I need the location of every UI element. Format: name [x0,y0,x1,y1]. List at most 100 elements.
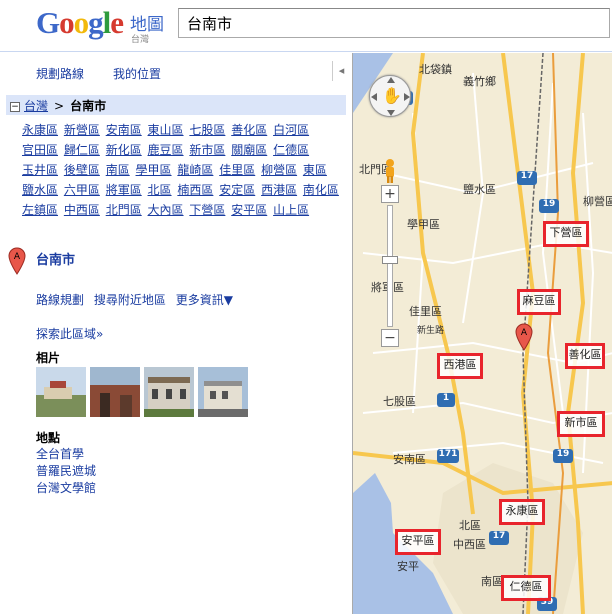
google-maps-logo[interactable]: Google 地圖 台灣 [36,6,166,46]
collapse-toggle-icon[interactable]: − [10,101,20,112]
map-view[interactable]: 北袋鎮 義竹鄉 北門區 鹽水區 學甲區 佳里區 將軍區 新生路 七股區 安南區 … [352,53,612,614]
map-label: 北區 [459,519,481,532]
pan-up-arrow-icon[interactable] [387,77,395,83]
district-link[interactable]: 安南區 [106,123,142,137]
place-link[interactable]: 普羅民遮城 [36,463,96,480]
highlighted-district[interactable]: 麻豆區 [517,289,561,315]
highlighted-district[interactable]: 西港區 [437,353,483,379]
map-label: 北袋鎮 [419,63,452,76]
marker-letter: A [14,252,21,262]
pan-left-arrow-icon[interactable] [371,93,377,101]
district-link[interactable]: 龍崎區 [177,163,213,177]
district-link[interactable]: 南區 [106,163,130,177]
zoom-slider-handle[interactable] [382,256,398,264]
highlighted-district[interactable]: 永康區 [499,499,545,525]
district-link[interactable]: 楠西區 [177,183,213,197]
district-link[interactable]: 鹽水區 [22,183,58,197]
highway-shield: 17 [489,531,509,545]
marker-letter: A [521,328,528,338]
district-link[interactable]: 佳里區 [219,163,255,177]
pan-right-arrow-icon[interactable] [404,93,410,101]
my-location-link[interactable]: 我的位置 [113,65,161,82]
map-label: 鹽水區 [463,183,496,196]
district-link[interactable]: 後壁區 [64,163,100,177]
breadcrumb-parent-link[interactable]: 台灣 [24,99,48,113]
district-link[interactable]: 新市區 [189,143,225,157]
district-link[interactable]: 山上區 [273,203,309,217]
map-label: 中西區 [453,538,486,551]
highlighted-district[interactable]: 仁德區 [501,575,551,601]
photo-thumbnail[interactable] [90,367,140,417]
highway-shield: 19 [539,199,559,213]
district-link[interactable]: 北區 [148,183,172,197]
district-link[interactable]: 新化區 [106,143,142,157]
map-label: 學甲區 [407,218,440,231]
district-link[interactable]: 七股區 [189,123,225,137]
photos-heading: 相片 [36,351,61,365]
pan-down-arrow-icon[interactable] [387,110,395,116]
district-link[interactable]: 歸仁區 [64,143,100,157]
district-link[interactable]: 下營區 [189,203,225,217]
map-label: 安平 [397,560,419,573]
district-link[interactable]: 安平區 [231,203,267,217]
breadcrumb-current: 台南市 [70,99,107,113]
place-link[interactable]: 全台首學 [36,446,96,463]
highlighted-district[interactable]: 善化區 [565,343,605,369]
pan-control[interactable]: ✋ [369,75,411,117]
search-nearby-link[interactable]: 搜尋附近地區 [94,293,166,307]
map-label: 柳營區 [583,195,612,208]
zoom-out-button[interactable]: − [381,329,399,347]
left-panel: 規劃路線 我的位置 ◂ − 台灣 > 台南市 永康區 新營區 安南區 東山區 七股區 … [0,53,352,614]
route-planning-link[interactable]: 路線規劃 [36,293,84,307]
district-link[interactable]: 柳營區 [261,163,297,177]
photo-thumbnail[interactable] [36,367,86,417]
district-link[interactable]: 將軍區 [106,183,142,197]
district-link[interactable]: 仁德區 [273,143,309,157]
map-label: 南區 [481,575,503,588]
district-link[interactable]: 南化區 [303,183,339,197]
logo-text: Google [36,5,124,40]
district-link[interactable]: 玉井區 [22,163,58,177]
photo-thumbnail[interactable] [198,367,248,417]
district-link[interactable]: 鹿豆區 [148,143,184,157]
district-link[interactable]: 白河區 [273,123,309,137]
explore-area-link[interactable]: 探索此區域» [36,325,103,342]
district-link[interactable]: 大內區 [148,203,184,217]
district-link[interactable]: 新營區 [64,123,100,137]
place-link[interactable]: 台灣文學館 [36,480,96,497]
zoom-in-button[interactable]: + [381,185,399,203]
district-link[interactable]: 官田區 [22,143,58,157]
highlighted-district[interactable]: 下營區 [543,221,589,247]
district-link[interactable]: 善化區 [231,123,267,137]
zoom-slider-track[interactable] [382,205,398,327]
district-link[interactable]: 西港區 [261,183,297,197]
highlighted-district[interactable]: 新市區 [557,411,605,437]
photo-thumbnail[interactable] [144,367,194,417]
district-link[interactable]: 學甲區 [136,163,172,177]
map-label: 七股區 [383,395,416,408]
highlighted-district[interactable]: 安平區 [395,529,441,555]
district-link[interactable]: 左鎮區 [22,203,58,217]
district-link[interactable]: 北門區 [106,203,142,217]
district-link[interactable]: 六甲區 [64,183,100,197]
district-link[interactable]: 關廟區 [231,143,267,157]
collapse-panel-button[interactable]: ◂ [332,61,350,81]
district-link[interactable]: 中西區 [64,203,100,217]
map-label: 義竹鄉 [463,75,496,88]
header: Google 地圖 台灣 [0,0,612,52]
street-view-pegman-icon[interactable] [383,159,397,183]
search-input[interactable] [178,8,610,38]
district-link[interactable]: 安定區 [219,183,255,197]
highway-shield: 1 [437,393,455,407]
more-info-link[interactable]: 更多資訊▼ [176,293,233,307]
result-marker-icon[interactable]: A [515,323,533,351]
district-link[interactable]: 永康區 [22,123,58,137]
places-list: 全台首學 普羅民遮城 台灣文學館 [36,446,96,497]
map-label: 安南區 [393,453,426,466]
district-link[interactable]: 東區 [303,163,327,177]
highway-shield: 171 [437,449,459,463]
district-link[interactable]: 東山區 [148,123,184,137]
directions-link[interactable]: 規劃路線 [36,65,84,82]
highway-shield: 19 [553,449,573,463]
place-title[interactable]: 台南市 [36,249,75,268]
